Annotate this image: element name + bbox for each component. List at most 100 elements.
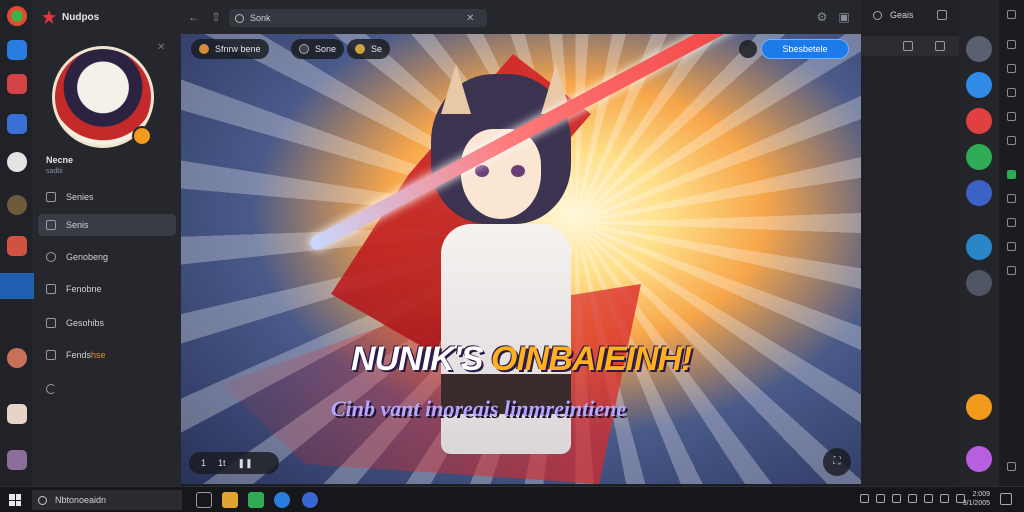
- edge-icon-2[interactable]: [1007, 64, 1016, 73]
- search-icon: [38, 495, 47, 505]
- file-explorer-icon[interactable]: [222, 492, 238, 508]
- start-icon[interactable]: [9, 494, 21, 506]
- edit-icon: [46, 220, 56, 230]
- taskbar-search[interactable]: Nbtonoeaidn: [32, 490, 182, 510]
- fire-icon: [199, 44, 209, 54]
- right-panel-title: Geais: [890, 10, 914, 20]
- rail-chart-icon[interactable]: [966, 144, 992, 170]
- notification-icon[interactable]: [1000, 493, 1012, 505]
- sidebar-item-6[interactable]: Fendshse: [38, 344, 176, 366]
- taskbar-app-edge-icon[interactable]: [302, 492, 318, 508]
- app-icon-avatar[interactable]: [7, 195, 27, 215]
- search-box[interactable]: ✕: [229, 9, 487, 27]
- volume-icon[interactable]: [924, 494, 933, 503]
- desktop: Nudpos ✕ Necne sadbi Senies Senis Genobe…: [0, 0, 1024, 512]
- sidebar-item-4[interactable]: Fenobne: [38, 278, 176, 300]
- battery-icon[interactable]: [940, 494, 949, 503]
- cta-button[interactable]: Sbesbetele: [761, 39, 849, 59]
- brand[interactable]: Nudpos: [42, 10, 99, 24]
- tag-pill-3[interactable]: Se: [347, 39, 391, 59]
- task-view-icon[interactable]: [196, 492, 212, 508]
- app-icon-browser[interactable]: [7, 6, 27, 26]
- app-icon-store[interactable]: [7, 40, 27, 60]
- app-icon-editor[interactable]: [0, 273, 34, 299]
- chevron-up-icon[interactable]: [860, 494, 869, 503]
- tab-icon[interactable]: [903, 41, 913, 51]
- edge-icon-10[interactable]: [1007, 266, 1016, 275]
- app-icon-anime[interactable]: [7, 404, 27, 424]
- rail-app-icon[interactable]: [966, 72, 992, 98]
- sidebar-item-extra: hse: [91, 350, 106, 360]
- sidebar-item-5[interactable]: Gesohibs: [38, 312, 176, 334]
- sidebar-item-label: Fenobne: [66, 284, 102, 294]
- prev-control[interactable]: 1: [201, 458, 206, 468]
- rail-people-icon[interactable]: [966, 180, 992, 206]
- window-icon[interactable]: [937, 10, 947, 20]
- search-input[interactable]: [250, 13, 460, 23]
- back-arrow-icon[interactable]: ←: [187, 10, 201, 24]
- rail-split-icon[interactable]: [966, 234, 992, 260]
- network-icon[interactable]: [908, 494, 917, 503]
- edge-icon-9[interactable]: [1007, 242, 1016, 251]
- rail-stop-icon[interactable]: [966, 108, 992, 134]
- extension-icon[interactable]: ▣: [837, 10, 851, 24]
- tag-pill-1[interactable]: Sfnrw bene: [191, 39, 269, 59]
- globe-icon: [46, 252, 56, 262]
- tag-pill-2[interactable]: Sone: [291, 39, 345, 59]
- edge-icon-5[interactable]: [1007, 136, 1016, 145]
- search-icon: [235, 13, 244, 23]
- edge-icon-8[interactable]: [1007, 218, 1016, 227]
- edge-icon-6[interactable]: [1007, 170, 1016, 179]
- sidebar-item-2[interactable]: Senis: [38, 214, 176, 236]
- settings-icon[interactable]: [1007, 462, 1016, 471]
- app-icon-music[interactable]: [7, 152, 27, 172]
- tray-icon-1[interactable]: [876, 494, 885, 503]
- clear-icon[interactable]: ✕: [466, 13, 474, 24]
- right-panel-tabs[interactable]: [861, 36, 959, 56]
- edge-icon-3[interactable]: [1007, 88, 1016, 97]
- app-icon-photos[interactable]: [7, 236, 27, 256]
- taskbar-app-green-icon[interactable]: [248, 492, 264, 508]
- taskbar-app-blue-icon[interactable]: [274, 492, 290, 508]
- slide-count: 1t: [218, 458, 226, 468]
- app-icon-gallery[interactable]: [7, 450, 27, 470]
- rail-send-icon[interactable]: [966, 270, 992, 296]
- sidebar-item-label: Gesohibs: [66, 318, 105, 328]
- clock[interactable]: 2:009 3/1/2005: [958, 490, 990, 508]
- edge-toolbar: [999, 0, 1024, 486]
- clock-time: 2:009: [972, 491, 990, 498]
- app-icon-game[interactable]: [7, 74, 27, 94]
- rail-fire-icon[interactable]: [966, 394, 992, 420]
- rail-magic-icon[interactable]: [966, 446, 992, 472]
- app-icon-profile[interactable]: [7, 348, 27, 368]
- sidebar: Nudpos ✕ Necne sadbi Senies Senis Genobe…: [34, 0, 181, 486]
- hero-banner[interactable]: NUNIK'S OINBAIEINH! Cinb vant inoreais l…: [181, 34, 861, 484]
- tab-icon[interactable]: [935, 41, 945, 51]
- top-bar: ← ⇧ ✕ ⚙ ▣: [181, 0, 861, 34]
- system-tray[interactable]: [860, 494, 965, 503]
- edge-icon-4[interactable]: [1007, 112, 1016, 121]
- collapse-icon[interactable]: ✕: [157, 42, 169, 54]
- folder-icon: [46, 284, 56, 294]
- edge-icon-1[interactable]: [1007, 40, 1016, 49]
- hero-subline: Cinb vant inoreais linmreintiene: [331, 396, 627, 421]
- tray-icon-2[interactable]: [892, 494, 901, 503]
- tag-label: Se: [371, 44, 383, 54]
- edge-icon-7[interactable]: [1007, 194, 1016, 203]
- user-subtitle: sadbi: [46, 168, 63, 175]
- circle-icon: [299, 44, 309, 54]
- fullscreen-icon[interactable]: ⛶: [823, 448, 851, 476]
- user-name: Necne: [46, 155, 74, 165]
- upload-icon[interactable]: ⇧: [209, 10, 223, 24]
- sidebar-item-label: Senis: [66, 220, 89, 230]
- app-icon-chat[interactable]: [7, 114, 27, 134]
- sidebar-item-3[interactable]: Genobeng: [38, 246, 176, 268]
- rail-pen-icon[interactable]: [966, 36, 992, 62]
- taskbar-search-text: Nbtonoeaidn: [55, 495, 107, 505]
- close-icon[interactable]: [1007, 10, 1016, 19]
- share-icon[interactable]: [739, 40, 757, 58]
- character-eye: [511, 165, 525, 177]
- settings-icon[interactable]: ⚙: [815, 10, 829, 24]
- pause-icon[interactable]: ❚❚: [238, 458, 253, 469]
- sidebar-item-1[interactable]: Senies: [38, 186, 176, 208]
